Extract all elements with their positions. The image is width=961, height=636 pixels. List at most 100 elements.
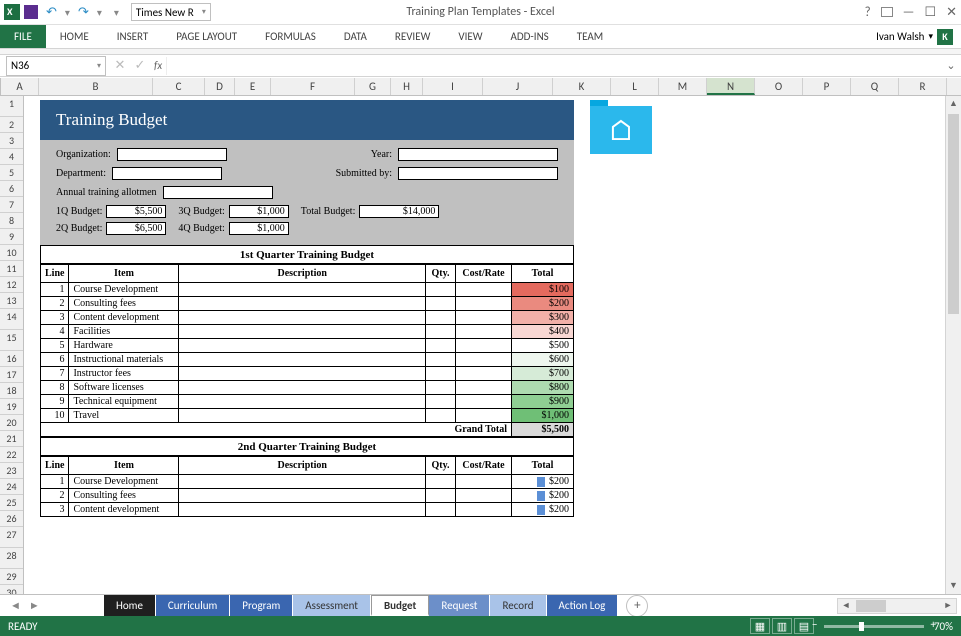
row-header[interactable]: 3 bbox=[0, 133, 23, 149]
col-header[interactable]: F bbox=[271, 78, 355, 95]
formula-input[interactable] bbox=[166, 57, 941, 75]
tab-home[interactable]: HOME bbox=[46, 25, 103, 48]
row-header[interactable]: 1 bbox=[0, 96, 23, 117]
row-header[interactable]: 23 bbox=[0, 463, 23, 479]
col-header[interactable]: E bbox=[235, 78, 271, 95]
scroll-down-icon[interactable]: ▼ bbox=[946, 578, 961, 594]
close-icon[interactable]: ✕ bbox=[946, 5, 957, 20]
tab-review[interactable]: REVIEW bbox=[381, 25, 445, 48]
row-header[interactable]: 22 bbox=[0, 447, 23, 463]
col-header[interactable]: N bbox=[707, 78, 755, 95]
sheet-tab-record[interactable]: Record bbox=[490, 595, 546, 616]
redo-icon[interactable]: ↷ bbox=[78, 5, 89, 20]
table-row[interactable]: 6Instructional materials$600 bbox=[41, 353, 574, 367]
row-header[interactable]: 9 bbox=[0, 229, 23, 245]
undo-more-icon[interactable]: ▾ bbox=[65, 6, 70, 19]
tab-view[interactable]: VIEW bbox=[444, 25, 496, 48]
row-header[interactable]: 15 bbox=[0, 330, 23, 351]
col-header[interactable]: S bbox=[947, 78, 961, 95]
col-header[interactable]: O bbox=[755, 78, 803, 95]
field-allotment[interactable] bbox=[163, 186, 273, 199]
col-header[interactable]: I bbox=[423, 78, 483, 95]
row-header[interactable]: 6 bbox=[0, 181, 23, 197]
vertical-scrollbar[interactable]: ▲ ▼ bbox=[945, 96, 961, 594]
accept-formula-icon[interactable]: ✓ bbox=[130, 58, 150, 73]
col-header[interactable]: R bbox=[899, 78, 947, 95]
sheet-nav[interactable]: ◄► bbox=[0, 599, 24, 612]
col-header[interactable]: P bbox=[803, 78, 851, 95]
col-header[interactable]: Q bbox=[851, 78, 899, 95]
horizontal-scrollbar[interactable]: ◄ ► bbox=[837, 598, 957, 614]
save-icon[interactable] bbox=[24, 5, 38, 19]
table-row[interactable]: 9Technical equipment$900 bbox=[41, 395, 574, 409]
row-header[interactable]: 16 bbox=[0, 351, 23, 367]
cancel-formula-icon[interactable]: ✕ bbox=[110, 58, 130, 73]
table-row[interactable]: 5Hardware$500 bbox=[41, 339, 574, 353]
col-header[interactable]: L bbox=[611, 78, 659, 95]
account-area[interactable]: Ivan Walsh ▾ K bbox=[876, 25, 961, 48]
table-row[interactable]: 4Facilities$400 bbox=[41, 325, 574, 339]
col-header[interactable]: G bbox=[355, 78, 391, 95]
col-header[interactable]: A bbox=[1, 78, 39, 95]
row-header[interactable]: 2 bbox=[0, 117, 23, 133]
tab-data[interactable]: DATA bbox=[330, 25, 381, 48]
row-header[interactable]: 12 bbox=[0, 277, 23, 293]
col-header[interactable]: K bbox=[553, 78, 611, 95]
field-submitted[interactable] bbox=[398, 167, 558, 180]
value-q2[interactable]: $6,500 bbox=[106, 222, 166, 235]
tab-add-ins[interactable]: ADD-INS bbox=[497, 25, 563, 48]
tab-insert[interactable]: INSERT bbox=[103, 25, 163, 48]
tab-page-layout[interactable]: PAGE LAYOUT bbox=[162, 25, 251, 48]
table-row[interactable]: 10Travel$1,000 bbox=[41, 409, 574, 423]
undo-icon[interactable]: ↶ bbox=[46, 5, 57, 20]
row-header[interactable]: 20 bbox=[0, 415, 23, 431]
minimize-icon[interactable]: — bbox=[903, 5, 915, 20]
value-q4[interactable]: $1,000 bbox=[229, 222, 289, 235]
scroll-thumb[interactable] bbox=[856, 600, 886, 612]
col-header[interactable]: J bbox=[483, 78, 553, 95]
table-row[interactable]: 8Software licenses$800 bbox=[41, 381, 574, 395]
row-header[interactable]: 24 bbox=[0, 479, 23, 495]
row-header[interactable]: 10 bbox=[0, 245, 23, 261]
tab-team[interactable]: TEAM bbox=[563, 25, 617, 48]
row-header[interactable]: 21 bbox=[0, 431, 23, 447]
row-header[interactable]: 14 bbox=[0, 309, 23, 330]
tab-formulas[interactable]: FORMULAS bbox=[251, 25, 330, 48]
row-header[interactable]: 30 bbox=[0, 585, 23, 594]
help-icon[interactable]: ? bbox=[865, 5, 871, 20]
scroll-thumb[interactable] bbox=[948, 114, 959, 314]
scroll-up-icon[interactable]: ▲ bbox=[946, 96, 961, 112]
row-header[interactable]: 26 bbox=[0, 511, 23, 527]
redo-more-icon[interactable]: ▾ bbox=[97, 6, 102, 19]
maximize-icon[interactable]: ☐ bbox=[924, 5, 936, 20]
scroll-left-icon[interactable]: ◄ bbox=[838, 599, 854, 613]
sheet-tab-assessment[interactable]: Assessment bbox=[293, 595, 371, 616]
sheet-tab-home[interactable]: Home bbox=[104, 595, 156, 616]
col-header[interactable]: B bbox=[39, 78, 153, 95]
row-header[interactable]: 13 bbox=[0, 293, 23, 309]
table-row[interactable]: 2Consulting fees$200 bbox=[41, 489, 574, 503]
ribbon-options-icon[interactable] bbox=[881, 7, 893, 17]
row-header[interactable]: 11 bbox=[0, 261, 23, 277]
view-normal-icon[interactable]: ▦ bbox=[750, 618, 770, 634]
fx-icon[interactable]: fx bbox=[154, 59, 162, 72]
zoom-level[interactable]: 70% bbox=[934, 620, 953, 633]
qat-customize-icon[interactable]: ▾ bbox=[114, 6, 119, 19]
row-header[interactable]: 4 bbox=[0, 149, 23, 165]
view-page-layout-icon[interactable]: ▥ bbox=[772, 618, 792, 634]
row-header[interactable]: 18 bbox=[0, 383, 23, 399]
table-row[interactable]: 7Instructor fees$700 bbox=[41, 367, 574, 381]
col-header[interactable]: H bbox=[391, 78, 423, 95]
sheet-tab-program[interactable]: Program bbox=[230, 595, 293, 616]
expand-formula-icon[interactable]: ⌄ bbox=[941, 59, 961, 72]
field-year[interactable] bbox=[398, 148, 558, 161]
col-header[interactable]: C bbox=[153, 78, 205, 95]
row-header[interactable]: 5 bbox=[0, 165, 23, 181]
col-header[interactable]: D bbox=[205, 78, 235, 95]
zoom-slider[interactable] bbox=[824, 625, 924, 628]
font-dropdown[interactable]: Times New R ▾ bbox=[131, 3, 211, 21]
sheet-tab-budget[interactable]: Budget bbox=[371, 595, 429, 616]
value-q3[interactable]: $1,000 bbox=[229, 205, 289, 218]
row-header[interactable]: 19 bbox=[0, 399, 23, 415]
row-header[interactable]: 17 bbox=[0, 367, 23, 383]
